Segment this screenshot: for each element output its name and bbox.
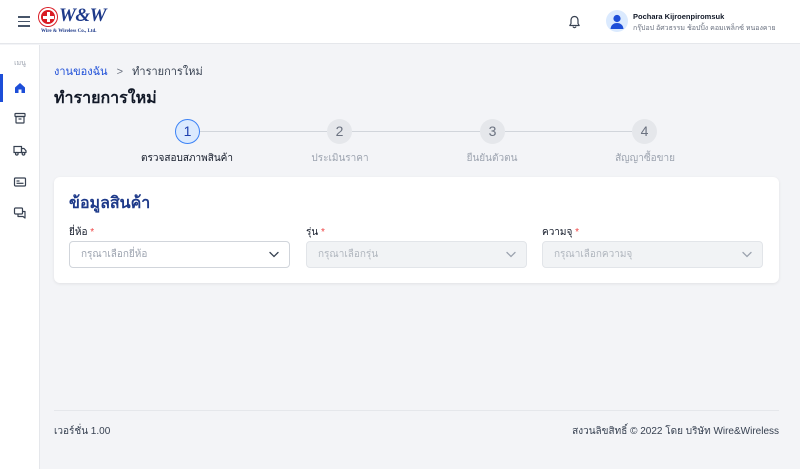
- brand-label: ยี่ห้อ *: [69, 225, 94, 240]
- step-connector: [200, 131, 327, 132]
- sidebar-item-messages[interactable]: [0, 199, 40, 227]
- top-header: W&W Wire & Wireless Co., Ltd. Pochara Ki…: [0, 0, 800, 44]
- menu-icon[interactable]: [18, 16, 30, 27]
- step-2-circle: 2: [327, 119, 352, 144]
- logo-subtext: Wire & Wireless Co., Ltd.: [41, 29, 97, 34]
- user-name[interactable]: Pochara Kijroenpiromsuk: [633, 12, 724, 21]
- footer-divider: [54, 410, 779, 411]
- breadcrumb-my-tasks-link[interactable]: งานของฉัน: [54, 66, 108, 78]
- capacity-label-text: ความจุ: [542, 227, 573, 238]
- step-2-label: ประเมินราคา: [311, 153, 369, 164]
- step-4-label: สัญญาซื้อขาย: [615, 153, 675, 164]
- id-card-icon: [13, 177, 27, 187]
- brand-select[interactable]: กรุณาเลือกยี่ห้อ: [69, 241, 290, 268]
- required-mark: *: [575, 227, 580, 238]
- progress-stepper: 1 2 3 4 ตรวจสอบสภาพสินค้า ประเมินราคา ยื…: [0, 118, 800, 168]
- model-label: รุ่น *: [306, 225, 325, 240]
- version-text: เวอร์ชั่น 1.00: [54, 426, 111, 437]
- step-3-label: ยืนยันตัวตน: [466, 153, 518, 164]
- sidebar-item-home[interactable]: [0, 74, 40, 102]
- capacity-label: ความจุ *: [542, 225, 579, 240]
- user-avatar[interactable]: [606, 10, 628, 32]
- copyright-text: สงวนลิขสิทธิ์ © 2022 โดย บริษัท Wire&Wir…: [572, 426, 779, 437]
- brand-label-text: ยี่ห้อ: [69, 227, 88, 238]
- step-connector: [352, 131, 480, 132]
- step-4-circle: 4: [632, 119, 657, 144]
- capacity-select-placeholder: กรุณาเลือกความจุ: [554, 249, 633, 260]
- step-3-circle: 3: [480, 119, 505, 144]
- logo-text: W&W: [59, 5, 107, 26]
- logo-mark: [39, 8, 57, 26]
- user-branch: กรุ๊ปอป อัศวธรรม ช้อปปิ้ง คอมเพล็กซ์ หนอ…: [633, 25, 776, 32]
- page-title: ทำรายการใหม่: [54, 90, 157, 107]
- product-info-card: ข้อมูลสินค้า ยี่ห้อ * กรุณาเลือกยี่ห้อ ร…: [54, 177, 779, 283]
- required-mark: *: [90, 227, 95, 238]
- model-select[interactable]: กรุณาเลือกรุ่น: [306, 241, 527, 268]
- step-1-circle: 1: [175, 119, 200, 144]
- company-logo[interactable]: W&W Wire & Wireless Co., Ltd.: [39, 5, 113, 39]
- model-label-text: รุ่น: [306, 227, 319, 238]
- user-icon: [610, 14, 624, 29]
- chevron-down-icon: [506, 251, 516, 258]
- chevron-down-icon: [742, 251, 752, 258]
- breadcrumb: งานของฉัน > ทำรายการใหม่: [54, 62, 203, 80]
- chat-icon: [13, 207, 26, 219]
- step-connector: [505, 131, 632, 132]
- model-select-placeholder: กรุณาเลือกรุ่น: [318, 249, 379, 260]
- sidebar: เมนู: [0, 45, 40, 469]
- step-1-label: ตรวจสอบสภาพสินค้า: [141, 153, 233, 164]
- breadcrumb-current: ทำรายการใหม่: [132, 66, 203, 78]
- sidebar-item-identity[interactable]: [0, 168, 40, 196]
- brand-select-placeholder: กรุณาเลือกยี่ห้อ: [81, 249, 148, 260]
- chevron-down-icon: [269, 251, 279, 258]
- sidebar-menu-label: เมนู: [14, 60, 26, 67]
- required-mark: *: [321, 227, 325, 238]
- home-icon: [15, 83, 25, 93]
- capacity-select[interactable]: กรุณาเลือกความจุ: [542, 241, 763, 268]
- breadcrumb-separator: >: [116, 66, 124, 78]
- card-title: ข้อมูลสินค้า: [69, 195, 151, 212]
- bell-icon[interactable]: [568, 15, 581, 29]
